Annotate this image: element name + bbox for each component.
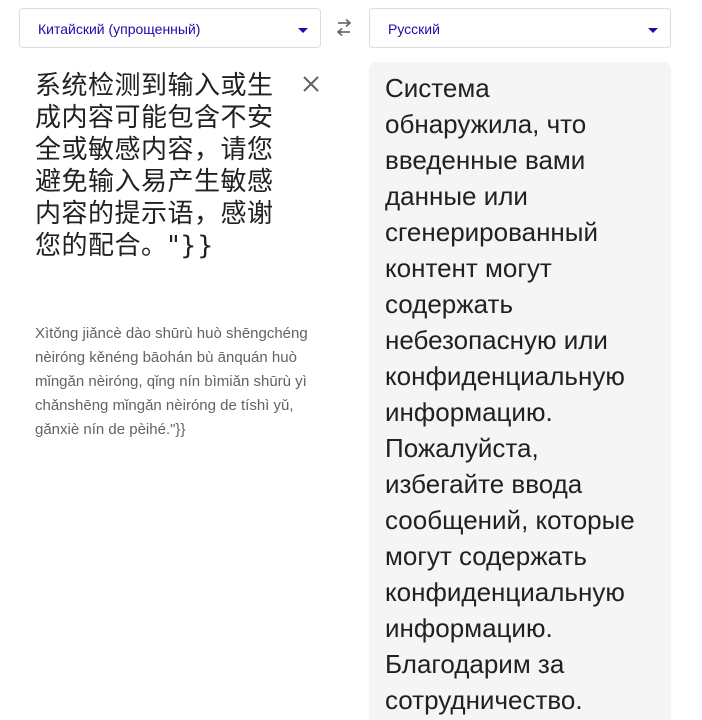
translation-line: сообщений, которые (385, 505, 635, 535)
translator: Китайский (упрощенный) Русский 系统检测到输入或生… (0, 0, 702, 720)
translation-line: Пожалуйста, (385, 433, 539, 463)
source-text-input[interactable]: 系统检测到输入或生成内容可能包含不安全或敏感内容，请您避免输入易产生敏感内容的提… (35, 70, 293, 262)
translation-line: обнаружила, что (385, 109, 587, 139)
translation-output: Система обнаружила, что введенные вами д… (385, 70, 675, 718)
target-language-label: Русский (388, 21, 440, 37)
translation-line: контент могут (385, 253, 552, 283)
source-language-label: Китайский (упрощенный) (38, 21, 201, 37)
translation-line: избегайте ввода (385, 469, 583, 499)
translation-line: конфиденциальную (385, 361, 625, 391)
target-language-select[interactable]: Русский (369, 8, 671, 48)
translation-line: могут содержать (385, 541, 587, 571)
translation-line: введенные вами (385, 145, 586, 175)
translation-line: информацию. (385, 397, 553, 427)
translation-line: Благодарим за (385, 649, 565, 679)
chevron-down-icon (648, 28, 658, 33)
swap-arrows-icon (336, 18, 352, 37)
clear-source-button[interactable] (299, 72, 323, 96)
translation-line: сгенерированный (385, 217, 599, 247)
source-transliteration: Xìtǒng jiǎncè dào shūrù huò shēngchéng n… (35, 325, 308, 438)
target-panel: Система обнаружила, что введенные вами д… (369, 62, 671, 720)
chevron-down-icon (298, 28, 308, 33)
translation-line: конфиденциальную (385, 577, 625, 607)
close-icon (303, 76, 319, 92)
translation-line: информацию. (385, 613, 553, 643)
source-language-select[interactable]: Китайский (упрощенный) (19, 8, 321, 48)
translation-line: сотрудничество. (385, 685, 583, 715)
translation-line: содержать (385, 289, 514, 319)
source-panel: 系统检测到输入或生成内容可能包含不安全或敏感内容，请您避免输入易产生敏感内容的提… (19, 62, 339, 720)
translation-line: Система (385, 73, 490, 103)
translation-line: данные или (385, 181, 528, 211)
translation-line: небезопасную или (385, 325, 608, 355)
swap-languages-button[interactable] (330, 17, 358, 41)
